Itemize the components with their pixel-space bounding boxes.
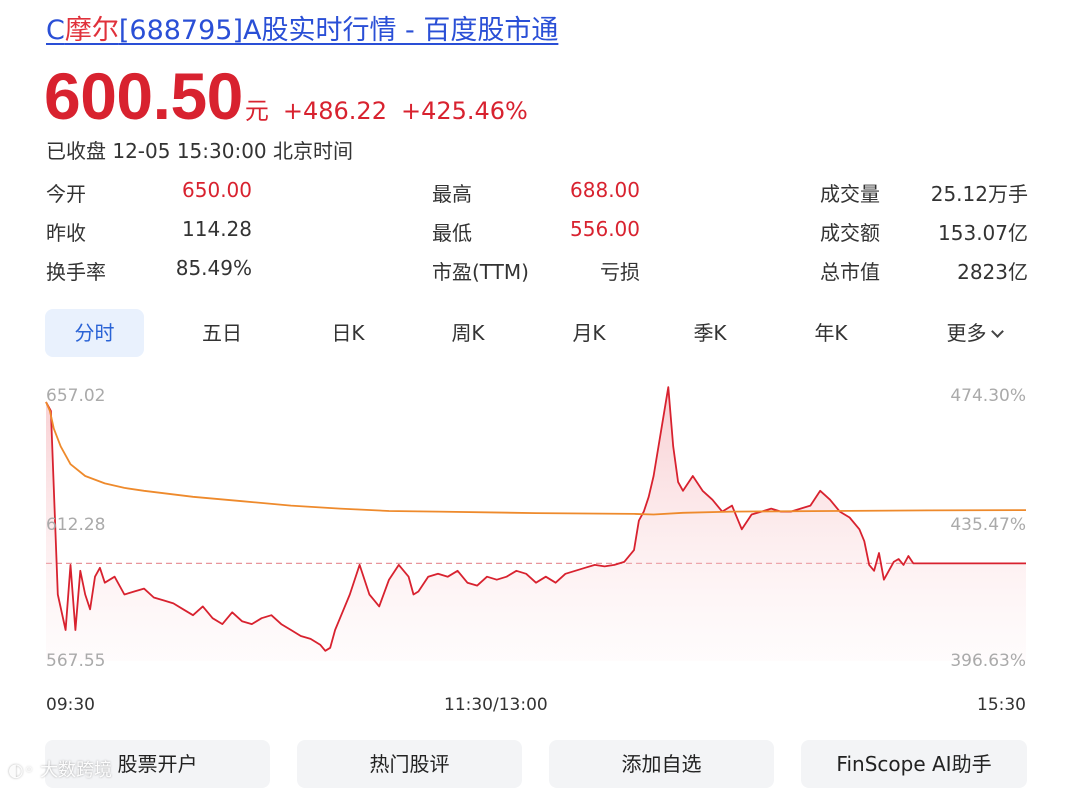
intraday-chart: 657.02 612.28 567.55 474.30% 435.47% 396… [0, 370, 1080, 720]
tab-daily-k[interactable]: 日K [299, 309, 397, 357]
watermark-text: 大数跨境 [40, 760, 113, 781]
action-bar: 股票开户 热门股评 添加自选 FinScope AI助手 [45, 740, 1027, 788]
current-price: 600.50 [44, 59, 243, 133]
title-rest: [688795]A股实时行情 - 百度股市通 [118, 15, 559, 46]
y-right-tick-bottom: 396.63% [950, 651, 1026, 671]
chevron-down-icon [990, 325, 1004, 338]
intraday-chart-svg [45, 386, 1027, 661]
high-value: 688.00 [570, 178, 640, 202]
price-unit: 元 [244, 97, 269, 125]
x-tick-close: 15:30 [977, 695, 1026, 715]
add-watchlist-button[interactable]: 添加自选 [549, 740, 774, 788]
price-area-fill [46, 387, 1026, 661]
y-right-tick-mid: 435.47% [950, 515, 1026, 535]
prev-close-value: 114.28 [182, 217, 252, 241]
pe-value: 亏损 [600, 260, 640, 284]
price-change: +486.22 [282, 97, 387, 125]
amount-value: 153.07亿 [938, 221, 1028, 245]
tab-more[interactable]: 更多 [921, 309, 1027, 357]
tab-weekly-k[interactable]: 周K [419, 309, 517, 357]
stats-row: 今开 650.00 最高 688.00 成交量 25.12万手 [46, 178, 1028, 208]
open-value: 650.00 [182, 178, 252, 202]
page-title[interactable]: C摩尔[688795]A股实时行情 - 百度股市通 [46, 8, 558, 47]
low-value: 556.00 [570, 217, 640, 241]
stats-grid: 今开 650.00 最高 688.00 成交量 25.12万手 昨收 114.2… [46, 178, 1028, 298]
market-cap-value: 2823亿 [957, 260, 1028, 284]
price-change-percent: +425.46% [400, 97, 528, 125]
stats-row: 换手率 85.49% 市盈(TTM) 亏损 总市值 2823亿 [46, 256, 1028, 286]
title-prefix: C [46, 15, 65, 46]
tab-quarterly-k[interactable]: 季K [661, 309, 759, 357]
tab-yearly-k[interactable]: 年K [782, 309, 880, 357]
watermark: ◐◦ 大数跨境 [8, 756, 112, 782]
average-price-line [45, 401, 1027, 516]
tab-five-day[interactable]: 五日 [173, 309, 271, 357]
stats-row: 昨收 114.28 最低 556.00 成交额 153.07亿 [46, 217, 1028, 247]
pe-label: 市盈(TTM) [432, 260, 529, 284]
title-stock-name: 摩尔 [64, 15, 119, 46]
volume-label: 成交量 [820, 182, 880, 206]
open-label: 今开 [46, 182, 86, 206]
tab-monthly-k[interactable]: 月K [540, 309, 638, 357]
turnover-rate-value: 85.49% [175, 256, 252, 280]
hot-comments-button[interactable]: 热门股评 [297, 740, 522, 788]
finscope-ai-button[interactable]: FinScope AI助手 [801, 740, 1027, 788]
volume-value: 25.12万手 [930, 182, 1028, 206]
low-label: 最低 [432, 221, 472, 245]
x-tick-midday: 11:30/13:00 [444, 695, 548, 715]
y-left-tick-top: 657.02 [46, 386, 106, 406]
prev-close-label: 昨收 [46, 221, 86, 245]
turnover-rate-label: 换手率 [46, 260, 106, 284]
y-right-tick-top: 474.30% [950, 386, 1026, 406]
tab-more-label: 更多 [946, 321, 987, 345]
tab-intraday[interactable]: 分时 [45, 309, 144, 357]
high-label: 最高 [432, 182, 472, 206]
amount-label: 成交额 [820, 221, 880, 245]
y-left-tick-mid: 612.28 [46, 515, 106, 535]
price-row: 600.50 元 +486.22 +425.46% [44, 58, 528, 134]
chart-period-tabs: 分时 五日 日K 周K 月K 季K 年K 更多 [45, 309, 1027, 357]
market-cap-label: 总市值 [820, 260, 880, 284]
x-tick-open: 09:30 [46, 695, 95, 715]
watermark-logo-icon: ◐◦ [8, 760, 35, 781]
market-status: 已收盘 12-05 15:30:00 北京时间 [46, 139, 354, 163]
y-left-tick-bottom: 567.55 [46, 651, 106, 671]
